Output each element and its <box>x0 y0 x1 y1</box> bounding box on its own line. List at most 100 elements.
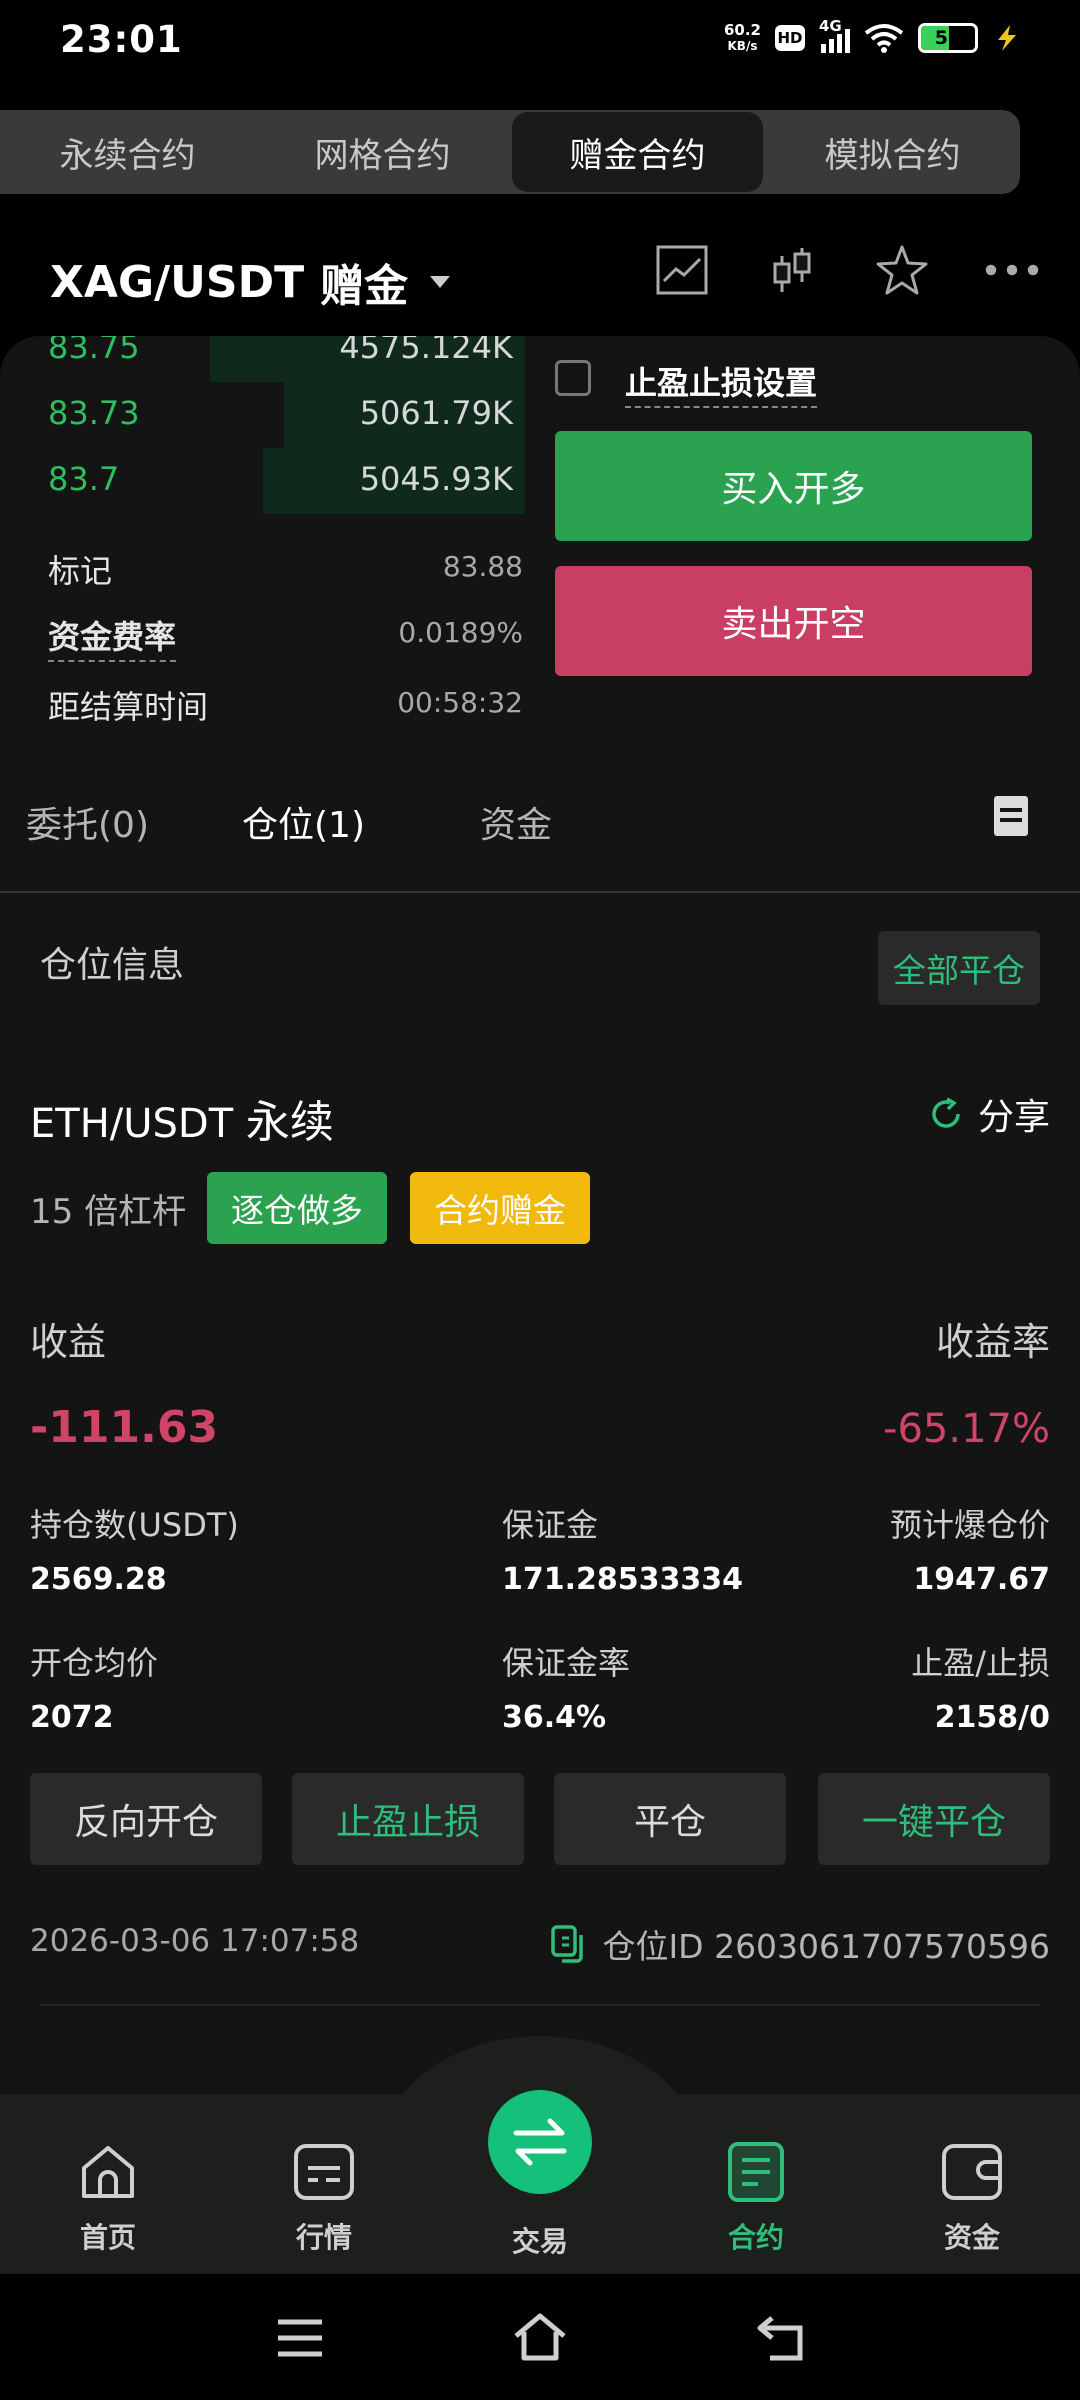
margin-rate-field: 保证金率 36.4% <box>502 1638 630 1735</box>
tab-bonus[interactable]: 赠金合约 <box>512 112 763 192</box>
position-size-label: 持仓数(USDT) <box>30 1506 239 1544</box>
nav-assets[interactable]: 资金 <box>902 2140 1042 2256</box>
position-kind: 永续 <box>245 1097 334 1148</box>
tab-grid[interactable]: 网格合约 <box>257 112 508 192</box>
pair-header: XAG/USDT 赠金 <box>0 230 1080 330</box>
tpsl-checkbox[interactable] <box>555 360 591 396</box>
net-speed-value: 60.2 <box>723 21 761 39</box>
margin-rate-value: 36.4% <box>502 1700 607 1735</box>
position-id[interactable]: 仓位ID 2603061707570596 <box>550 1920 1050 1968</box>
liquidation-field: 预计爆仓价 1947.67 <box>890 1500 1050 1597</box>
copy-icon <box>551 1925 584 1963</box>
pnl-rate-label: 收益率 <box>935 1320 1050 1364</box>
nav-assets-label: 资金 <box>943 2221 1000 2254</box>
caret-down-icon <box>430 276 451 288</box>
orderbook-qty: 5061.79K <box>359 394 513 432</box>
wifi-icon <box>864 24 904 53</box>
position-info-title: 仓位信息 <box>40 945 185 986</box>
pnl-value: -111.63 <box>30 1402 219 1453</box>
menu-icon[interactable] <box>272 2310 328 2366</box>
close-position-button[interactable]: 平仓 <box>554 1773 786 1865</box>
liquidation-value: 1947.67 <box>913 1562 1050 1597</box>
nav-trade-label: 交易 <box>511 2225 568 2258</box>
share-label: 分享 <box>977 1097 1050 1138</box>
tab-simulated[interactable]: 模拟合约 <box>767 112 1018 192</box>
tpsl-button[interactable]: 止盈止损 <box>292 1773 524 1865</box>
tpsl-field: 止盈/止损 2158/0 <box>911 1638 1050 1735</box>
entry-price-label: 开仓均价 <box>30 1644 159 1682</box>
nav-market[interactable]: 行情 <box>254 2140 394 2256</box>
back-icon[interactable] <box>752 2310 808 2366</box>
battery-text: 51 <box>934 27 962 49</box>
mark-value: 83.88 <box>442 550 523 583</box>
status-icons: 60.2 KB/s HD 4G 51 <box>724 17 1022 54</box>
candlestick-icon[interactable] <box>764 242 820 298</box>
pair-selector[interactable]: XAG/USDT 赠金 <box>50 250 451 314</box>
divider <box>0 891 1080 893</box>
pnl-label: 收益 <box>30 1320 107 1364</box>
nav-home-label: 首页 <box>79 2221 136 2254</box>
tab-perpetual[interactable]: 永续合约 <box>2 112 253 192</box>
nav-contract[interactable]: 合约 <box>686 2140 826 2256</box>
nav-trade[interactable] <box>488 2090 592 2194</box>
tpsl-field-label: 止盈/止损 <box>911 1644 1050 1682</box>
liquidation-label: 预计爆仓价 <box>889 1506 1050 1544</box>
chart-icon[interactable] <box>654 242 710 298</box>
orderbook-row[interactable]: 83.75 4575.124K <box>0 336 525 382</box>
mark-label: 标记 <box>48 552 113 590</box>
net-speed: 60.2 KB/s <box>724 22 761 54</box>
tpsl-settings-label[interactable]: 止盈止损设置 <box>625 358 818 408</box>
orderbook-price: 83.75 <box>48 336 140 366</box>
net-speed-unit: KB/s <box>727 39 758 53</box>
settle-label: 距结算时间 <box>48 688 209 726</box>
orderbook-row[interactable]: 83.73 5061.79K <box>0 382 525 448</box>
hd-icon: HD <box>775 25 805 51</box>
tpsl-field-value: 2158/0 <box>934 1700 1050 1735</box>
buy-long-button[interactable]: 买入开多 <box>555 431 1032 541</box>
margin-rate-label: 保证金率 <box>502 1644 631 1682</box>
mark-price-row: 标记 83.88 <box>48 542 523 592</box>
orderbook-row[interactable]: 83.7 5045.93K <box>0 448 525 514</box>
signal-icon: 4G <box>819 17 850 53</box>
margin-value: 171.28533334 <box>502 1562 744 1597</box>
share-button[interactable]: 分享 <box>928 1088 1050 1140</box>
network-type: 4G <box>819 17 842 35</box>
settle-value: 00:58:32 <box>397 686 523 719</box>
position-pair: ETH/USDT <box>30 1101 234 1147</box>
tab-positions[interactable]: 仓位(1) <box>242 796 365 848</box>
status-bar: 23:01 60.2 KB/s HD 4G 51 <box>0 0 1080 82</box>
header-icons <box>654 242 1040 298</box>
funding-rate-row[interactable]: 资金费率 0.0189% <box>48 608 523 662</box>
wallet-icon <box>942 2144 1002 2200</box>
isolated-long-badge: 逐仓做多 <box>207 1172 387 1244</box>
swap-icon <box>513 2118 567 2166</box>
home-icon <box>82 2146 134 2198</box>
quick-close-button[interactable]: 一键平仓 <box>818 1773 1050 1865</box>
nav-market-label: 行情 <box>295 2221 352 2254</box>
margin-field: 保证金 171.28533334 <box>502 1500 743 1597</box>
close-all-button[interactable]: 全部平仓 <box>878 931 1040 1005</box>
tab-orders[interactable]: 委托(0) <box>26 796 149 848</box>
reverse-open-button[interactable]: 反向开仓 <box>30 1773 262 1865</box>
orderbook-qty: 4575.124K <box>339 336 513 366</box>
tab-funds[interactable]: 资金 <box>480 796 552 848</box>
system-nav-bar <box>0 2274 1080 2400</box>
position-size-field: 持仓数(USDT) 2569.28 <box>30 1500 239 1597</box>
funding-label[interactable]: 资金费率 <box>48 612 177 662</box>
status-time: 23:01 <box>60 18 183 61</box>
entry-price-field: 开仓均价 2072 <box>30 1638 158 1735</box>
nav-home[interactable]: 首页 <box>38 2140 178 2256</box>
contract-icon <box>728 2142 784 2202</box>
contract-bonus-badge: 合约赠金 <box>410 1172 590 1244</box>
home-button-icon[interactable] <box>512 2310 568 2366</box>
contract-type-tabs: 永续合约 网格合约 赠金合约 模拟合约 <box>0 110 1020 194</box>
settlement-row: 距结算时间 00:58:32 <box>48 678 523 728</box>
funding-value: 0.0189% <box>398 616 523 649</box>
document-icon[interactable] <box>994 796 1028 836</box>
more-icon[interactable] <box>984 242 1040 298</box>
position-symbol: ETH/USDT 永续 <box>30 1086 334 1150</box>
pair-type: 赠金 <box>320 261 409 312</box>
position-id-label: 仓位ID 2603061707570596 <box>602 1927 1050 1966</box>
sell-short-button[interactable]: 卖出开空 <box>555 566 1032 676</box>
star-icon[interactable] <box>874 242 930 298</box>
